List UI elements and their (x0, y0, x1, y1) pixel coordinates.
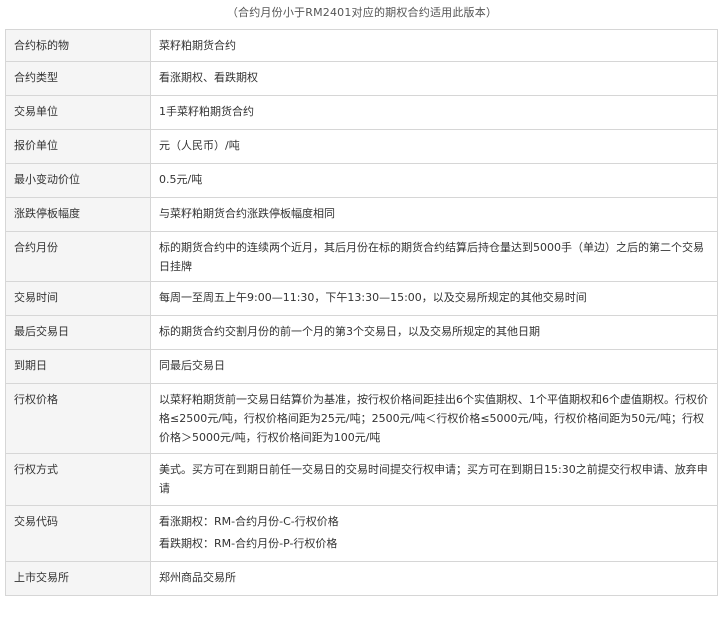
row-value: 郑州商品交易所 (150, 561, 718, 596)
row-key: 合约标的物 (5, 29, 151, 62)
table-row: 到期日 同最后交易日 (5, 349, 718, 384)
row-value: 看涨期权、看跌期权 (150, 61, 718, 96)
row-key: 行权价格 (5, 383, 151, 454)
row-value: 与菜籽粕期货合约涨跌停板幅度相同 (150, 197, 718, 232)
row-value: 元（人民币）/吨 (150, 129, 718, 164)
row-value: 每周一至周五上午9:00—11:30，下午13:30—15:00，以及交易所规定… (150, 281, 718, 316)
row-value: 菜籽粕期货合约 (150, 29, 718, 62)
table-caption: （合约月份小于RM2401对应的期权合约适用此版本） (226, 6, 498, 19)
table-row: 合约类型 看涨期权、看跌期权 (5, 61, 718, 96)
put-option-code: 看跌期权：RM-合约月份-P-行权价格 (159, 537, 338, 550)
table-row: 交易代码 看涨期权：RM-合约月份-C-行权价格 看跌期权：RM-合约月份-P-… (5, 505, 718, 562)
table-row: 行权价格 以菜籽粕期货前一交易日结算价为基准，按行权价格间距挂出6个实值期权、1… (5, 383, 718, 454)
row-key: 到期日 (5, 349, 151, 384)
table-row: 上市交易所 郑州商品交易所 (5, 561, 718, 596)
row-key: 合约月份 (5, 231, 151, 282)
row-value: 以菜籽粕期货前一交易日结算价为基准，按行权价格间距挂出6个实值期权、1个平值期权… (150, 383, 718, 454)
table-row: 最后交易日 标的期货合约交割月份的前一个月的第3个交易日，以及交易所规定的其他日… (5, 315, 718, 350)
row-key: 交易时间 (5, 281, 151, 316)
table-row: 交易时间 每周一至周五上午9:00—11:30，下午13:30—15:00，以及… (5, 281, 718, 316)
row-key: 报价单位 (5, 129, 151, 164)
table-row: 行权方式 美式。买方可在到期日前任一交易日的交易时间提交行权申请；买方可在到期日… (5, 453, 718, 506)
row-key: 最小变动价位 (5, 163, 151, 198)
row-value: 标的期货合约中的连续两个近月，其后月份在标的期货合约结算后持仓量达到5000手（… (150, 231, 718, 282)
row-key: 最后交易日 (5, 315, 151, 350)
table-row: 合约月份 标的期货合约中的连续两个近月，其后月份在标的期货合约结算后持仓量达到5… (5, 231, 718, 282)
row-key: 上市交易所 (5, 561, 151, 596)
row-value: 看涨期权：RM-合约月份-C-行权价格 看跌期权：RM-合约月份-P-行权价格 (150, 505, 718, 562)
row-key: 行权方式 (5, 453, 151, 506)
table-row: 报价单位 元（人民币）/吨 (5, 129, 718, 164)
row-value: 0.5元/吨 (150, 163, 718, 198)
call-option-code: 看涨期权：RM-合约月份-C-行权价格 (159, 515, 339, 528)
row-key: 涨跌停板幅度 (5, 197, 151, 232)
row-key: 交易代码 (5, 505, 151, 562)
row-value: 1手菜籽粕期货合约 (150, 95, 718, 130)
row-value: 同最后交易日 (150, 349, 718, 384)
row-key: 交易单位 (5, 95, 151, 130)
row-key: 合约类型 (5, 61, 151, 96)
table-row: 合约标的物 菜籽粕期货合约 (5, 29, 718, 62)
table-row: 交易单位 1手菜籽粕期货合约 (5, 95, 718, 130)
table-row: 涨跌停板幅度 与菜籽粕期货合约涨跌停板幅度相同 (5, 197, 718, 232)
row-value: 标的期货合约交割月份的前一个月的第3个交易日，以及交易所规定的其他日期 (150, 315, 718, 350)
row-value: 美式。买方可在到期日前任一交易日的交易时间提交行权申请；买方可在到期日15:30… (150, 453, 718, 506)
contract-spec-table: 合约标的物 菜籽粕期货合约 合约类型 看涨期权、看跌期权 交易单位 1手菜籽粕期… (5, 29, 718, 596)
table-row: 最小变动价位 0.5元/吨 (5, 163, 718, 198)
